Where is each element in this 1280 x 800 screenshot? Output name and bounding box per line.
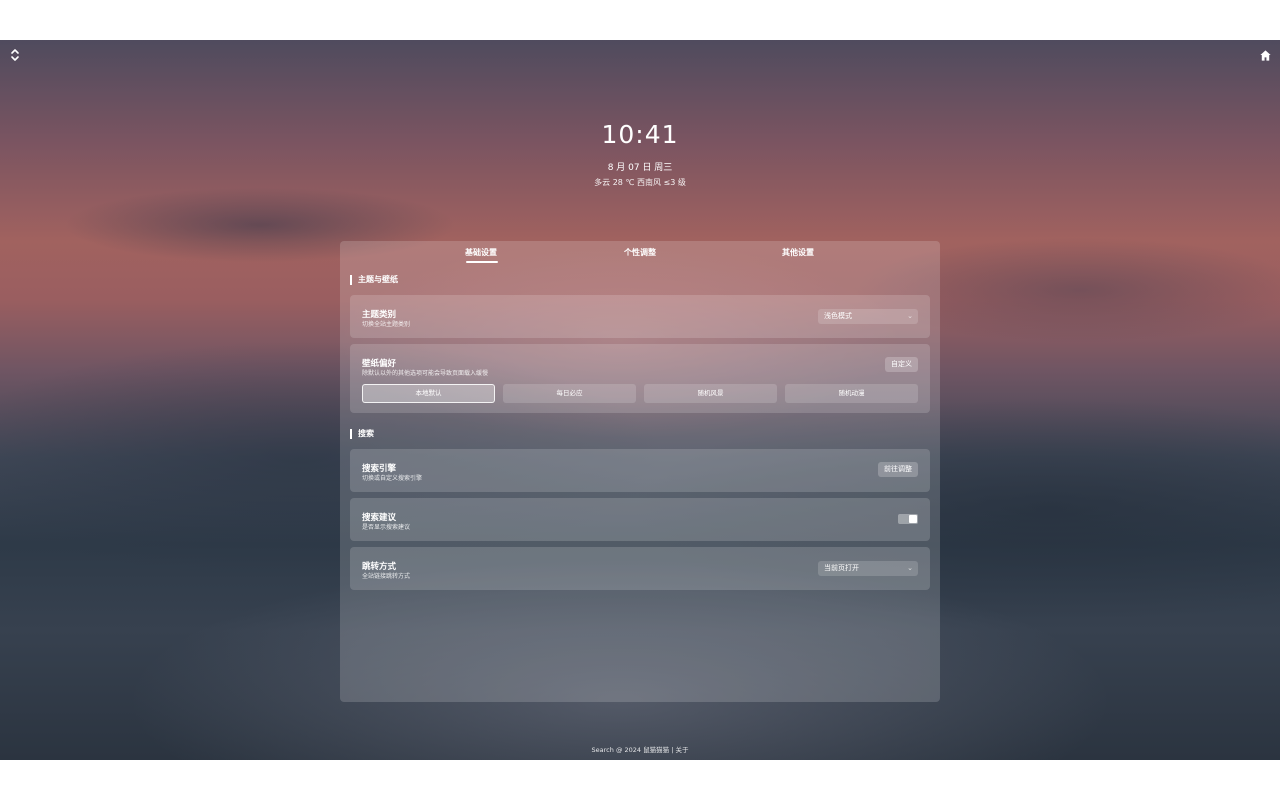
setting-row-search-engine: 搜索引擎 切换或自定义搜索引擎 前往调整 [350, 449, 930, 492]
setting-row-wallpaper: 壁纸偏好 除默认以外的其他选项可能会导致页面载入缓慢 自定义 本地默认 每日必应… [350, 344, 930, 413]
select-value: 当前页打开 [824, 564, 859, 572]
tab-label: 其他设置 [782, 248, 814, 257]
chevron-down-icon: ⌄ [907, 312, 913, 320]
adjust-search-engine-button[interactable]: 前往调整 [878, 462, 918, 477]
footer-copyright: Search @ 2024 [591, 746, 644, 754]
background-wallpaper: 10:41 8 月 07 日 周三 多云 28 ℃ 西南风 ≤3 级 基础设置 … [0, 40, 1280, 760]
setting-description: 是否显示搜索建议 [362, 524, 411, 531]
wallpaper-option-random-scenery[interactable]: 随机风景 [644, 384, 777, 403]
tab-active-indicator [466, 261, 498, 263]
home-icon [1259, 49, 1271, 61]
theme-type-select[interactable]: 浅色模式 ⌄ [818, 309, 918, 324]
search-suggest-toggle[interactable] [898, 514, 918, 524]
tab-personalization[interactable]: 个性调整 [600, 247, 680, 258]
setting-row-theme-type: 主题类别 切换全站主题类别 浅色模式 ⌄ [350, 295, 930, 338]
settings-panel: 基础设置 个性调整 其他设置 主题与壁纸 主题类别 切换全站主题类别 浅色模式 … [340, 241, 940, 702]
setting-row-search-suggest: 搜索建议 是否显示搜索建议 [350, 498, 930, 541]
setting-description: 切换或自定义搜索引擎 [362, 475, 423, 482]
footer-author-link[interactable]: 鼠猫猫猫 [643, 746, 669, 754]
tab-basic-settings[interactable]: 基础设置 [441, 247, 521, 263]
custom-wallpaper-button[interactable]: 自定义 [885, 357, 918, 372]
setting-description: 全站链接跳转方式 [362, 573, 411, 580]
section-title-search: 搜索 [350, 429, 374, 439]
tab-label: 基础设置 [465, 248, 497, 257]
jump-mode-select[interactable]: 当前页打开 ⌄ [818, 561, 918, 576]
chevron-down-icon: ⌄ [907, 564, 913, 572]
setting-description: 除默认以外的其他选项可能会导致页面载入缓慢 [362, 370, 489, 377]
settings-tabs: 基础设置 个性调整 其他设置 [340, 247, 940, 265]
footer-about-link[interactable]: 关于 [675, 746, 688, 754]
wallpaper-option-random-anime[interactable]: 随机动漫 [785, 384, 918, 403]
footer: Search @ 2024 鼠猫猫猫 | 关于 [0, 744, 1280, 754]
wallpaper-option-daily-bing[interactable]: 每日必应 [503, 384, 636, 403]
setting-row-jump-mode: 跳转方式 全站链接跳转方式 当前页打开 ⌄ [350, 547, 930, 590]
expand-collapse-button[interactable] [6, 46, 24, 64]
tab-other-settings[interactable]: 其他设置 [758, 247, 838, 258]
select-value: 浅色模式 [824, 312, 852, 320]
section-title-theme: 主题与壁纸 [350, 275, 398, 285]
setting-description: 切换全站主题类别 [362, 321, 411, 328]
expand-collapse-icon [11, 49, 19, 61]
toggle-knob [909, 515, 917, 523]
clock-date: 8 月 07 日 周三 [607, 163, 673, 173]
tab-label: 个性调整 [624, 248, 656, 257]
home-button[interactable] [1256, 46, 1274, 64]
clock-time: 10:41 [601, 120, 679, 149]
wallpaper-option-local-default[interactable]: 本地默认 [362, 384, 495, 403]
weather-info: 多云 28 ℃ 西南风 ≤3 级 [594, 178, 686, 187]
